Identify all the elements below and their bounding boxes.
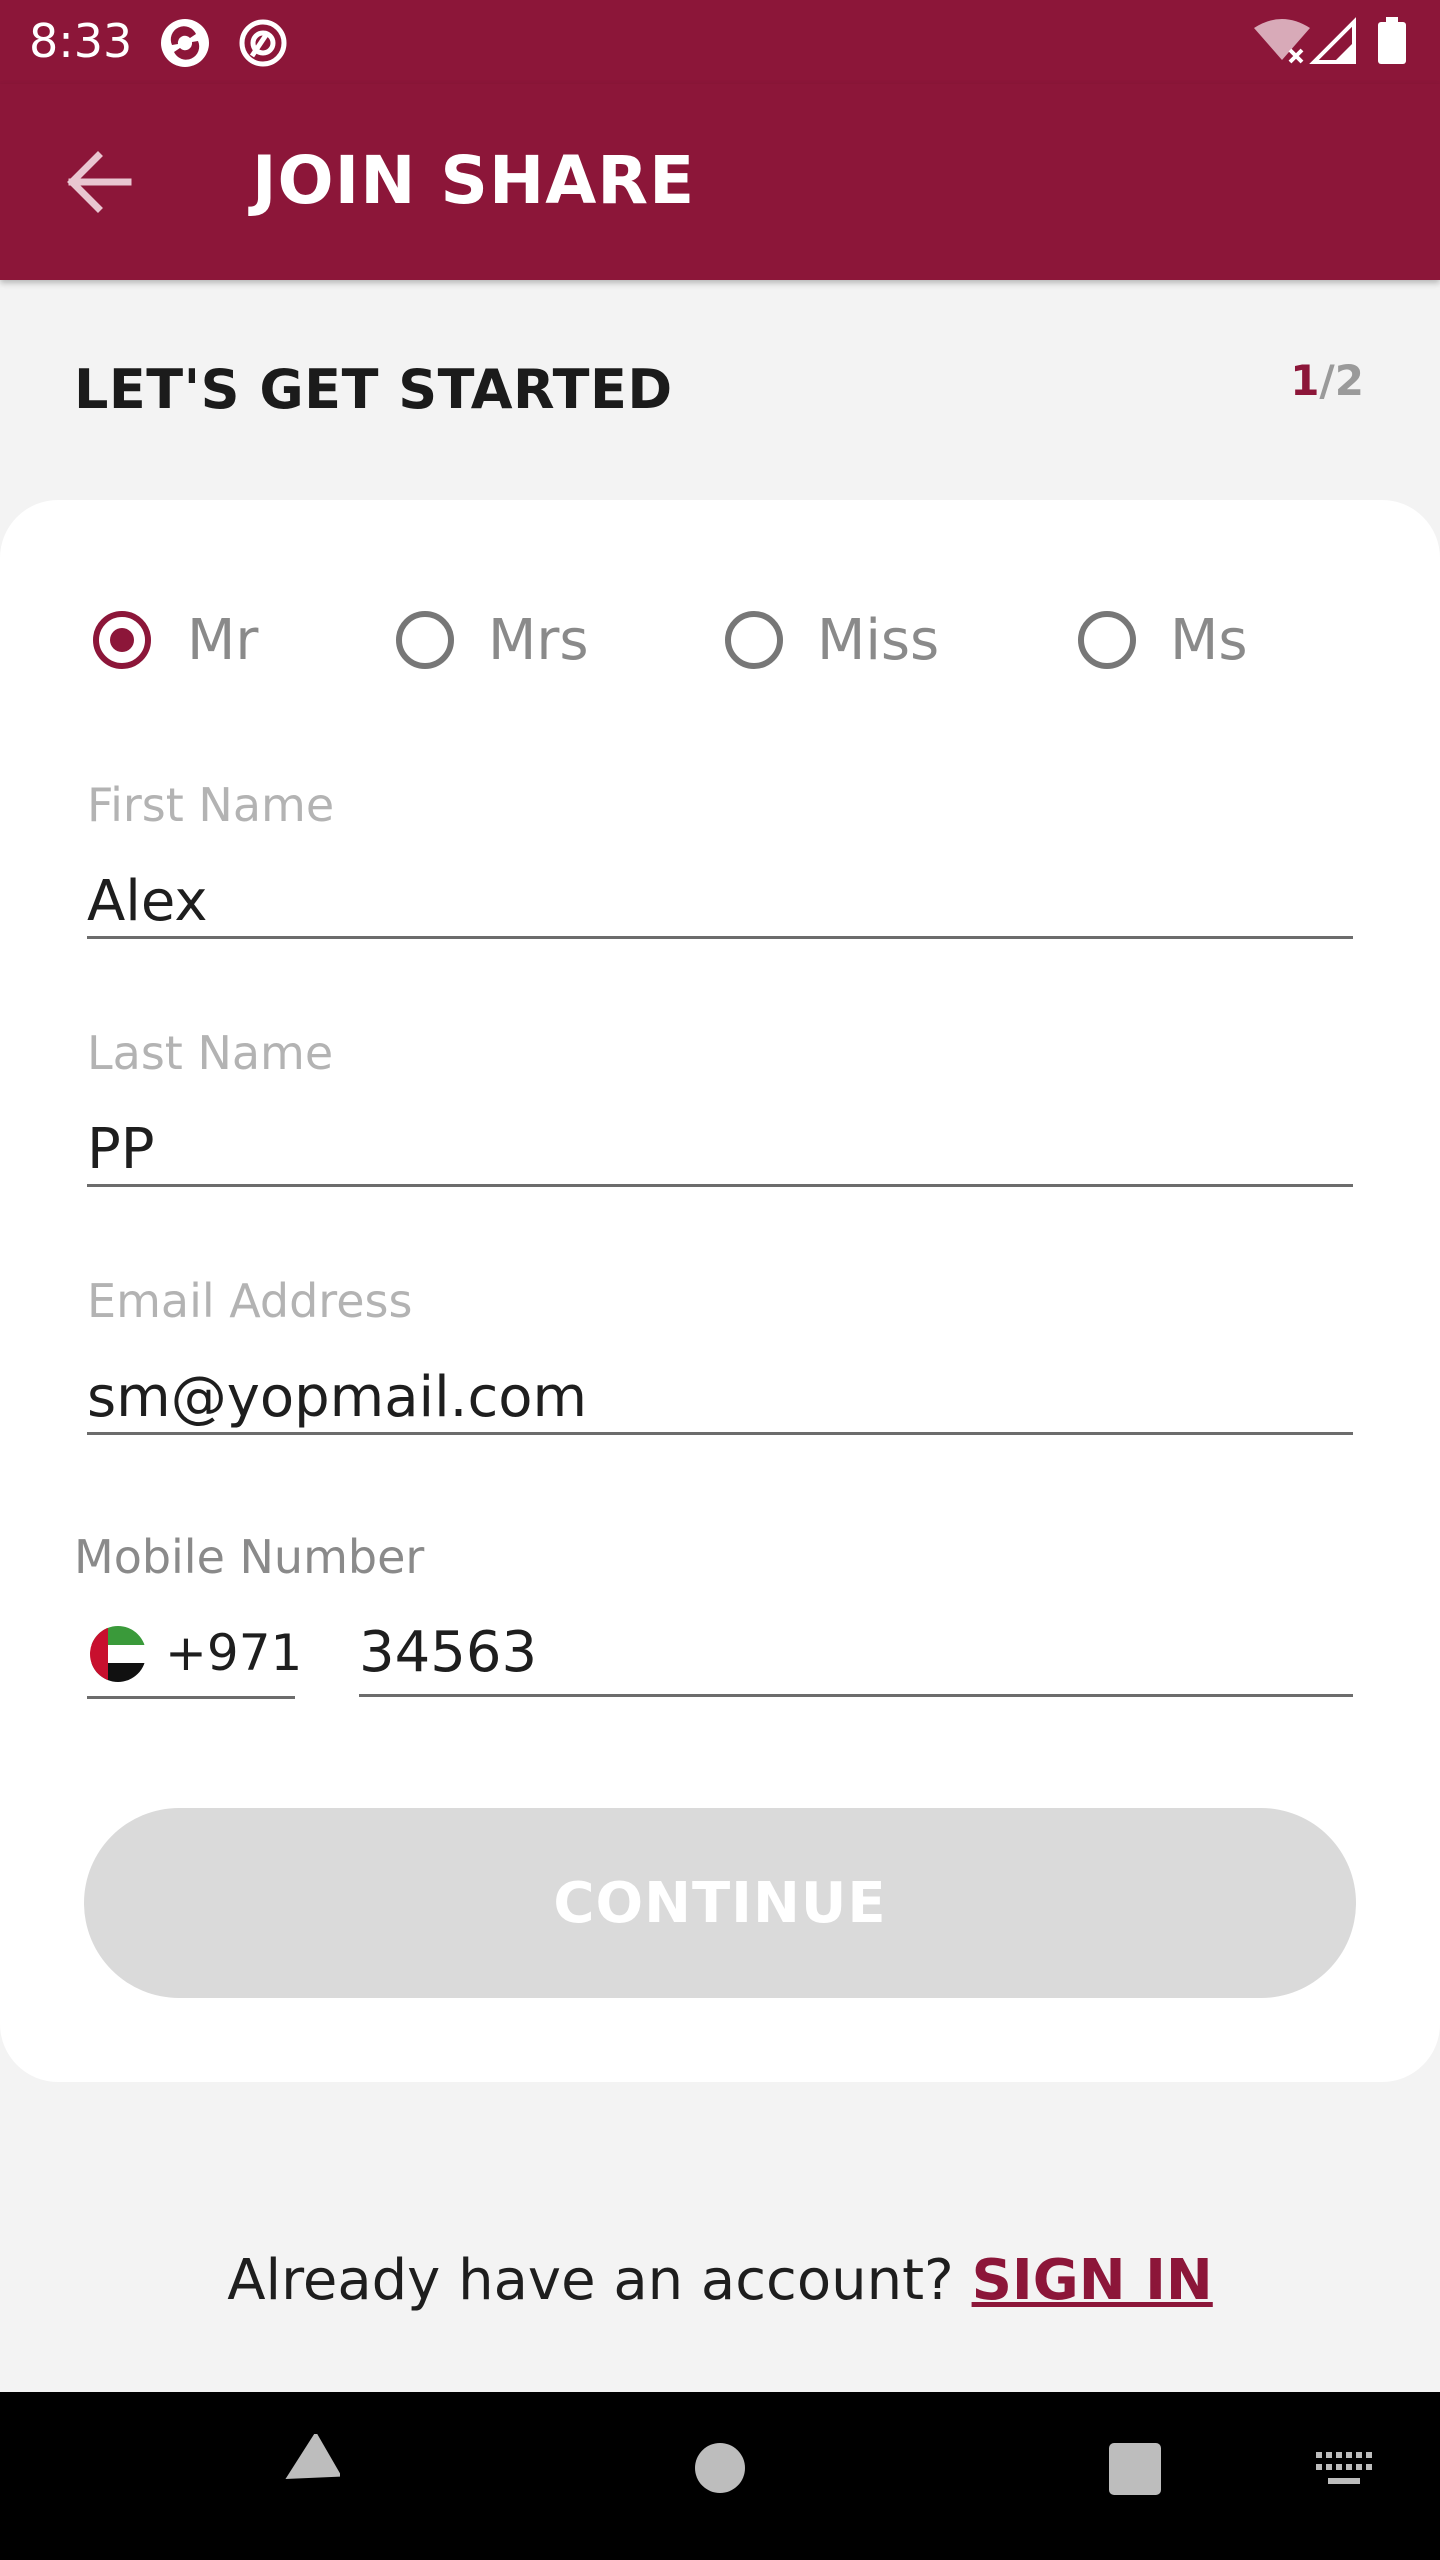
- radio-label: Mr: [187, 608, 259, 673]
- radio-selected-dot: [110, 628, 134, 652]
- step-indicator: 1/2: [1290, 356, 1364, 405]
- step-current: 1: [1290, 356, 1320, 405]
- status-bar: 8:33: [0, 0, 1440, 84]
- keyboard-icon[interactable]: [1316, 2452, 1372, 2488]
- mobile-number-input[interactable]: [359, 1610, 1353, 1697]
- first-name-input[interactable]: [87, 866, 1353, 939]
- radio-miss[interactable]: Miss: [725, 608, 955, 680]
- recents-nav-icon[interactable]: [1108, 2442, 1162, 2496]
- radio-circle: [93, 611, 151, 669]
- title-radio-group: Mr Mrs Miss Ms: [0, 608, 1440, 680]
- radio-circle: [725, 611, 783, 669]
- section-title: LET'S GET STARTED: [74, 358, 673, 421]
- app-notification-icon: [161, 19, 209, 67]
- registration-card: Mr Mrs Miss Ms First Name Last Name Emai…: [0, 500, 1440, 2082]
- radio-ms[interactable]: Ms: [1078, 608, 1258, 680]
- uae-flag-icon: [90, 1626, 146, 1682]
- signin-prompt: Already have an account?: [227, 2248, 954, 2313]
- page-title: JOIN SHARE: [252, 142, 696, 219]
- radio-label: Mrs: [488, 608, 589, 673]
- back-arrow-icon[interactable]: [58, 140, 142, 224]
- radio-circle: [396, 611, 454, 669]
- signin-row: Already have an account? SIGN IN: [0, 2248, 1440, 2313]
- back-nav-icon[interactable]: [276, 2434, 340, 2498]
- status-time: 8:33: [29, 14, 133, 68]
- radio-label: Miss: [817, 608, 940, 673]
- last-name-input[interactable]: [87, 1114, 1353, 1187]
- last-name-label: Last Name: [87, 1026, 334, 1080]
- radio-circle: [1078, 611, 1136, 669]
- email-label: Email Address: [87, 1274, 413, 1328]
- continue-button[interactable]: CONTINUE: [84, 1808, 1356, 1998]
- first-name-label: First Name: [87, 778, 335, 832]
- system-nav-bar: [0, 2392, 1440, 2560]
- mobile-number-label: Mobile Number: [74, 1530, 425, 1584]
- sync-notification-icon: [239, 19, 287, 67]
- radio-mr[interactable]: Mr: [93, 608, 273, 680]
- battery-icon: [1378, 17, 1406, 64]
- app-bar: JOIN SHARE: [0, 84, 1440, 280]
- home-nav-icon[interactable]: [694, 2442, 746, 2494]
- country-code-picker[interactable]: +971: [87, 1612, 302, 1699]
- radio-mrs[interactable]: Mrs: [396, 608, 616, 680]
- signin-link[interactable]: SIGN IN: [972, 2248, 1213, 2313]
- step-total: /2: [1319, 356, 1364, 405]
- email-input[interactable]: [87, 1362, 1353, 1435]
- dial-code: +971: [165, 1624, 303, 1682]
- wifi-icon: [1254, 19, 1310, 64]
- signal-icon: [1309, 17, 1356, 64]
- status-icons: [1254, 17, 1406, 64]
- radio-label: Ms: [1170, 608, 1248, 673]
